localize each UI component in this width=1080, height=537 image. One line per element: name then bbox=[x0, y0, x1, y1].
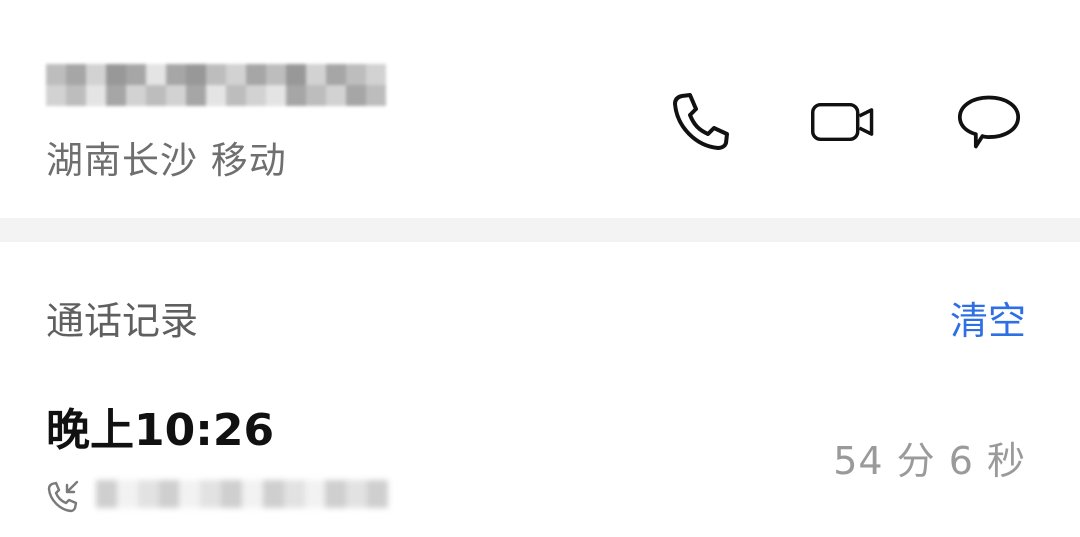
video-camera-icon bbox=[811, 102, 874, 142]
chat-bubble-icon bbox=[957, 95, 1021, 149]
location-overlap-fade bbox=[40, 112, 240, 142]
redacted-contact-number bbox=[46, 64, 386, 106]
incoming-call-icon bbox=[47, 480, 79, 513]
call-log-entry[interactable]: 晚上10:26 54 分 6 秒 bbox=[0, 392, 1080, 537]
section-divider bbox=[0, 218, 1080, 242]
video-call-button[interactable] bbox=[811, 90, 875, 154]
call-button[interactable] bbox=[668, 90, 732, 154]
redacted-caller-number bbox=[96, 480, 388, 508]
call-duration: 54 分 6 秒 bbox=[833, 439, 1026, 483]
call-time: 晚上10:26 bbox=[46, 405, 275, 456]
call-log-heading: 通话记录 bbox=[46, 299, 199, 343]
clear-call-log-button[interactable]: 清空 bbox=[950, 296, 1026, 346]
message-button[interactable] bbox=[957, 90, 1021, 154]
contact-detail-page: 湖南长沙 移动 通话记录 清空 晚上10:26 54 分 6 秒 bbox=[0, 0, 1080, 537]
phone-icon bbox=[673, 93, 729, 150]
contact-header: 湖南长沙 移动 bbox=[0, 0, 1080, 218]
contact-location: 湖南长沙 移动 bbox=[46, 139, 287, 180]
